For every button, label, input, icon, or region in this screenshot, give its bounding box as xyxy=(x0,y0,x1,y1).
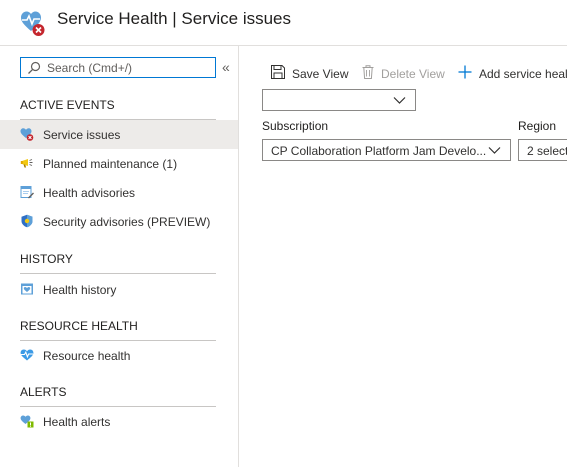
section-header-active-events: ACTIVE EVENTS xyxy=(20,98,216,120)
chevron-down-icon xyxy=(393,97,406,104)
trash-icon xyxy=(362,65,374,79)
page-header: Service Health | Service issues xyxy=(0,0,567,46)
section-header-alerts: ALERTS xyxy=(20,385,216,407)
save-view-button[interactable]: Save View xyxy=(270,64,350,82)
sidebar-item-label: Health alerts xyxy=(43,415,111,429)
service-issues-icon xyxy=(20,128,34,141)
advisory-document-icon xyxy=(20,186,34,199)
plus-icon xyxy=(458,65,472,79)
chevron-down-icon xyxy=(488,147,501,154)
delete-view-label: Delete View xyxy=(381,67,445,81)
subscription-value: CP Collaboration Platform Jam Develo... xyxy=(271,144,486,158)
megaphone-icon xyxy=(20,159,33,168)
heart-pulse-icon xyxy=(20,349,34,361)
view-select-dropdown[interactable] xyxy=(262,89,416,111)
sidebar-item-label: Security advisories (PREVIEW) xyxy=(43,215,211,229)
add-service-label: Add service healt xyxy=(479,67,567,81)
sidebar-item-label: Resource health xyxy=(43,349,131,363)
history-icon xyxy=(21,283,33,295)
subscription-label: Subscription xyxy=(262,119,329,133)
service-health-heart-error-icon xyxy=(21,11,45,36)
add-service-health-button[interactable]: Add service healt xyxy=(457,64,567,82)
save-view-label: Save View xyxy=(292,67,349,81)
sidebar-item-label: Health advisories xyxy=(43,186,136,200)
shield-icon xyxy=(21,214,33,228)
region-value: 2 selecte xyxy=(527,144,567,158)
section-header-resource-health: RESOURCE HEALTH xyxy=(20,319,216,341)
sidebar-item-resource-health[interactable]: Resource health xyxy=(0,341,238,370)
delete-view-button[interactable]: Delete View xyxy=(360,64,446,82)
save-icon xyxy=(271,65,285,79)
sidebar-item-security-advisories[interactable]: Security advisories (PREVIEW) xyxy=(0,207,238,236)
sidebar: « ACTIVE EVENTS Service issues Planned m… xyxy=(0,46,239,467)
health-alert-icon xyxy=(20,415,34,428)
subscription-dropdown[interactable]: CP Collaboration Platform Jam Develo... xyxy=(262,139,511,161)
sidebar-item-label: Planned maintenance (1) xyxy=(43,157,178,171)
search-icon xyxy=(28,61,41,74)
sidebar-item-health-history[interactable]: Health history xyxy=(0,275,238,304)
sidebar-item-label: Service issues xyxy=(43,128,121,142)
sidebar-item-label: Health history xyxy=(43,283,117,297)
region-dropdown[interactable]: 2 selecte xyxy=(518,139,567,161)
search-input[interactable] xyxy=(47,59,211,76)
search-box[interactable] xyxy=(20,57,216,78)
main-content: Save View Delete View Add service healt … xyxy=(240,46,567,467)
sidebar-item-health-advisories[interactable]: Health advisories xyxy=(0,178,238,207)
page-title: Service Health | Service issues xyxy=(57,9,292,28)
sidebar-item-health-alerts[interactable]: Health alerts xyxy=(0,407,238,436)
region-label: Region xyxy=(518,119,557,133)
sidebar-item-service-issues[interactable]: Service issues xyxy=(0,120,238,149)
collapse-sidebar-button[interactable]: « xyxy=(222,60,230,74)
sidebar-item-planned-maintenance[interactable]: Planned maintenance (1) xyxy=(0,149,238,178)
section-header-history: HISTORY xyxy=(20,252,216,274)
